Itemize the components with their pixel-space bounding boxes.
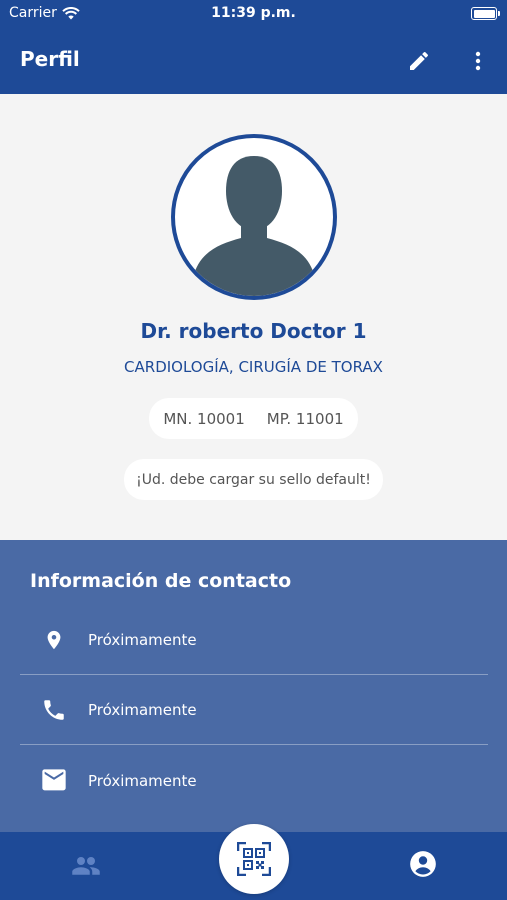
person-silhouette-icon (193, 156, 315, 296)
people-icon (72, 857, 100, 875)
nav-profile-button[interactable] (406, 847, 440, 881)
clock: 11:39 p.m. (211, 5, 296, 21)
doctor-name: Dr. roberto Doctor 1 (140, 319, 367, 343)
contact-section: Información de contacto Próximamente Pró… (0, 540, 507, 832)
mp-number: MP. 11001 (266, 409, 344, 428)
more-vert-icon (475, 51, 481, 71)
overflow-menu-button[interactable] (461, 44, 495, 78)
bottom-navigation (0, 824, 507, 900)
contact-email-label: Próximamente (88, 771, 197, 790)
avatar[interactable] (171, 134, 337, 300)
app-bar: Perfil (0, 28, 507, 94)
contact-address-label: Próximamente (88, 631, 197, 649)
contact-phone-label: Próximamente (88, 701, 197, 719)
nav-qr-scan-button[interactable] (219, 824, 289, 894)
status-bar: Carrier 11:39 p.m. (0, 0, 507, 28)
page-title: Perfil (20, 47, 80, 71)
seal-notice-pill[interactable]: ¡Ud. debe cargar su sello default! (124, 459, 383, 500)
mail-icon (42, 768, 66, 790)
battery-icon (471, 7, 500, 20)
license-numbers-pill: MN. 10001 MP. 11001 (149, 398, 358, 439)
nav-patients-button[interactable] (70, 850, 102, 882)
qr-scan-icon (237, 842, 271, 876)
pencil-icon (410, 51, 429, 70)
phone-icon (44, 700, 64, 720)
location-pin-icon (47, 630, 61, 650)
contact-row-address[interactable]: Próximamente (20, 606, 488, 675)
profile-section: Dr. roberto Doctor 1 CARDIOLOGÍA, CIRUGÍ… (0, 94, 507, 540)
contact-section-title: Información de contacto (30, 570, 292, 592)
edit-profile-button[interactable] (402, 44, 436, 78)
doctor-specialty: CARDIOLOGÍA, CIRUGÍA DE TORAX (124, 358, 383, 376)
account-circle-icon (410, 851, 436, 877)
contact-row-email[interactable]: Próximamente (20, 746, 488, 815)
contact-row-phone[interactable]: Próximamente (20, 676, 488, 745)
mn-number: MN. 10001 (163, 409, 245, 428)
seal-notice-text: ¡Ud. debe cargar su sello default! (136, 471, 371, 488)
